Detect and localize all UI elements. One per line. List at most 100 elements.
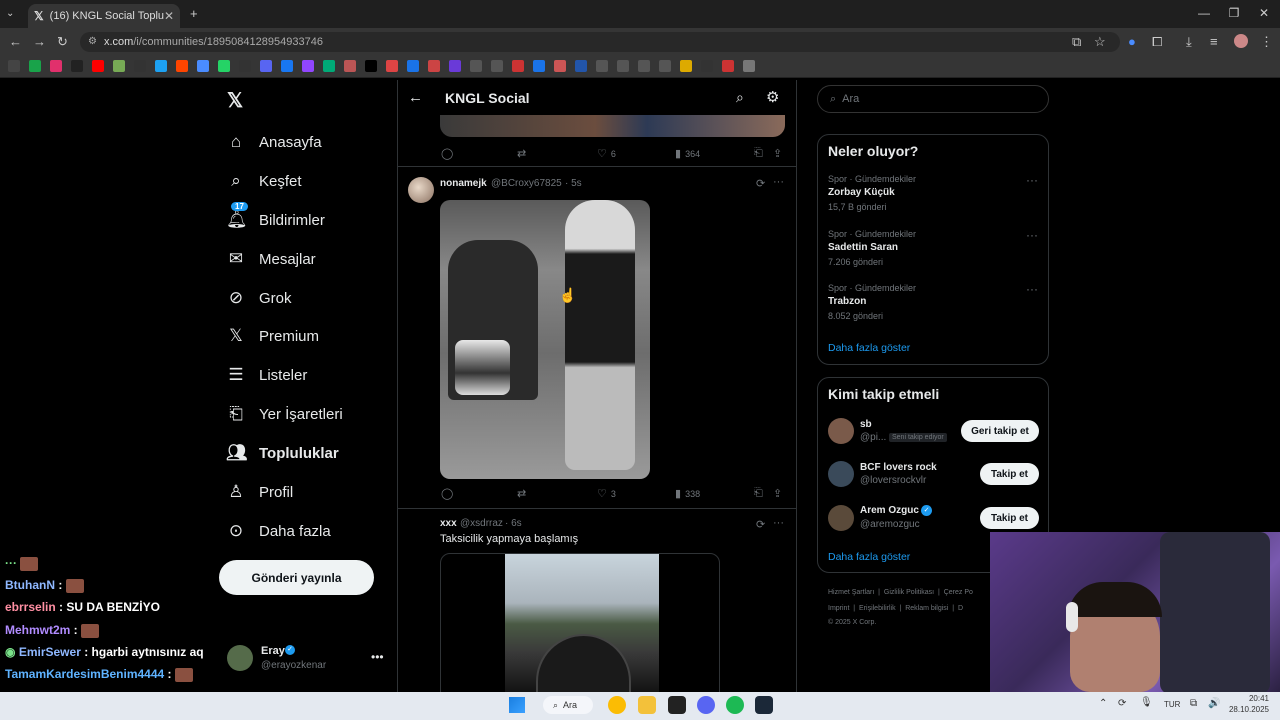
x-logo-icon[interactable]: 𝕏 — [227, 88, 243, 113]
repost-button[interactable]: ⇄ — [517, 147, 526, 160]
post-author-name[interactable]: nonamejk — [440, 178, 487, 189]
minimize-icon[interactable]: — — [1196, 6, 1212, 20]
suggestion-avatar[interactable] — [828, 505, 854, 531]
post-author-handle[interactable]: @xsdrraz — [460, 518, 503, 529]
views-button[interactable]: ▮ 364 — [675, 147, 700, 160]
browser-tab[interactable]: 𝕏 (16) KNGL Social Topluluk / X ✕ — [28, 4, 180, 28]
community-search-icon[interactable]: ⌕ — [736, 89, 744, 106]
settings-icon[interactable]: ⚙ — [766, 88, 779, 106]
steam-icon[interactable] — [755, 696, 773, 714]
download-icon[interactable]: ⤓ — [1186, 34, 1192, 50]
chrome-icon[interactable] — [608, 696, 626, 714]
discord-icon[interactable] — [697, 696, 715, 714]
bookmark-favicon-icon[interactable] — [638, 60, 650, 72]
trend-more-icon[interactable]: ··· — [1026, 228, 1038, 242]
window-close-icon[interactable]: ✕ — [1256, 6, 1272, 20]
reply-button[interactable]: ◯ — [441, 147, 453, 160]
extension-icon[interactable]: ● — [1128, 34, 1136, 49]
extensions-puzzle-icon[interactable]: ⧠ — [1152, 34, 1162, 50]
suggestion-name[interactable]: sb — [860, 419, 872, 430]
bookmark-favicon-icon[interactable] — [449, 60, 461, 72]
microphone-icon[interactable]: 🎙 — [1140, 697, 1153, 708]
reply-button[interactable]: ◯ — [441, 487, 453, 500]
bookmark-favicon-icon[interactable] — [575, 60, 587, 72]
maximize-icon[interactable]: ❐ — [1226, 6, 1242, 20]
sidebar-item-yer-i̇şaretleri[interactable]: ⎗ Yer İşaretleri — [226, 400, 342, 428]
footer-link[interactable]: Çerez Po — [944, 589, 973, 596]
footer-link[interactable]: D — [958, 605, 963, 612]
bookmark-favicon-icon[interactable] — [29, 60, 41, 72]
url-input[interactable]: x.com/i/communities/1895084128954933746 — [80, 32, 1120, 52]
media-app-icon[interactable] — [668, 696, 686, 714]
bookmark-favicon-icon[interactable] — [113, 60, 125, 72]
new-tab-icon[interactable]: + — [190, 6, 198, 21]
sidebar-item-anasayfa[interactable]: ⌂ Anasayfa — [226, 128, 322, 156]
bookmark-favicon-icon[interactable] — [50, 60, 62, 72]
grok-icon[interactable]: ⟳ — [756, 518, 765, 531]
menu-icon[interactable]: ⋮ — [1260, 34, 1273, 50]
bookmark-favicon-icon[interactable] — [407, 60, 419, 72]
sidebar-item-listeler[interactable]: ☰ Listeler — [226, 361, 307, 389]
bookmark-favicon-icon[interactable] — [554, 60, 566, 72]
suggestion-name[interactable]: BCF lovers rock — [860, 462, 937, 473]
network-icon[interactable]: ⧉ — [1190, 698, 1197, 709]
suggestion-name[interactable]: Arem Ozguc — [860, 505, 919, 516]
bookmark-favicon-icon[interactable] — [197, 60, 209, 72]
post-video[interactable] — [440, 553, 720, 693]
show-more-trends-link[interactable]: Daha fazla göster — [828, 342, 910, 354]
taskbar-search[interactable]: ⌕ Ara — [543, 696, 593, 714]
star-icon[interactable]: ☆ — [1094, 34, 1106, 50]
bookmark-favicon-icon[interactable] — [512, 60, 524, 72]
bookmark-favicon-icon[interactable] — [344, 60, 356, 72]
bookmark-favicon-icon[interactable] — [617, 60, 629, 72]
post-time[interactable]: · 5s — [565, 178, 582, 189]
bookmark-favicon-icon[interactable] — [722, 60, 734, 72]
post-more-icon[interactable]: ··· — [773, 176, 784, 188]
tab-list-icon[interactable]: ⌄ — [6, 8, 14, 19]
bookmark-favicon-icon[interactable] — [491, 60, 503, 72]
post-avatar[interactable] — [408, 177, 434, 203]
media-icon[interactable]: ≡ — [1210, 34, 1218, 49]
tray-sync-icon[interactable]: ⟳ — [1118, 698, 1126, 709]
footer-link[interactable]: Imprint — [828, 605, 849, 612]
bookmark-favicon-icon[interactable] — [134, 60, 146, 72]
footer-link[interactable]: Erişilebilirlik — [859, 605, 896, 612]
post-image[interactable] — [440, 200, 650, 479]
clock-time[interactable]: 20:41 — [1231, 694, 1269, 703]
sidebar-item-mesajlar[interactable]: ✉ Mesajlar — [226, 245, 316, 273]
post-author-name[interactable]: xxx — [440, 518, 457, 529]
clock-date[interactable]: 28.10.2025 — [1221, 705, 1269, 714]
bookmark-favicon-icon[interactable] — [533, 60, 545, 72]
bookmark-favicon-icon[interactable] — [365, 60, 377, 72]
sidebar-item-bildirimler[interactable]: 🔔︎ Bildirimler 17 — [226, 202, 325, 234]
suggestion-avatar[interactable] — [828, 418, 854, 444]
install-icon[interactable]: ⧉ — [1072, 34, 1081, 50]
volume-icon[interactable]: 🔊 — [1208, 698, 1220, 709]
sidebar-item-topluluklar[interactable]: 👥︎ Topluluklar — [226, 439, 339, 467]
sidebar-item-grok[interactable]: ⊘ Grok — [226, 284, 292, 312]
bookmark-favicon-icon[interactable] — [428, 60, 440, 72]
bookmark-favicon-icon[interactable] — [470, 60, 482, 72]
bookmark-favicon-icon[interactable] — [8, 60, 20, 72]
views-button[interactable]: ▮ 338 — [675, 487, 700, 500]
back-arrow-icon[interactable]: ← — [408, 89, 423, 106]
bookmark-favicon-icon[interactable] — [92, 60, 104, 72]
show-more-suggestions-link[interactable]: Daha fazla göster — [828, 551, 910, 563]
repost-button[interactable]: ⇄ — [517, 487, 526, 500]
suggestion-avatar[interactable] — [828, 461, 854, 487]
spotify-icon[interactable] — [726, 696, 744, 714]
bookmark-favicon-icon[interactable] — [155, 60, 167, 72]
footer-link[interactable]: Gizlilik Politikası — [884, 589, 934, 596]
like-button[interactable]: ♡ 3 — [597, 487, 616, 500]
bookmark-favicon-icon[interactable] — [218, 60, 230, 72]
search-input[interactable]: ⌕ Ara — [817, 85, 1049, 113]
sidebar-item-keşfet[interactable]: ⌕ Keşfet — [226, 167, 301, 195]
post-button[interactable]: Gönderi yayınla — [219, 560, 374, 595]
sidebar-item-profil[interactable]: ♙ Profil — [226, 478, 293, 506]
reload-icon[interactable]: ↻ — [57, 34, 68, 50]
site-info-icon[interactable]: ⚙ — [88, 36, 97, 47]
share-button[interactable]: ⇪ — [773, 147, 782, 160]
bookmark-favicon-icon[interactable] — [659, 60, 671, 72]
windows-start-icon[interactable] — [509, 697, 525, 713]
bookmark-favicon-icon[interactable] — [239, 60, 251, 72]
